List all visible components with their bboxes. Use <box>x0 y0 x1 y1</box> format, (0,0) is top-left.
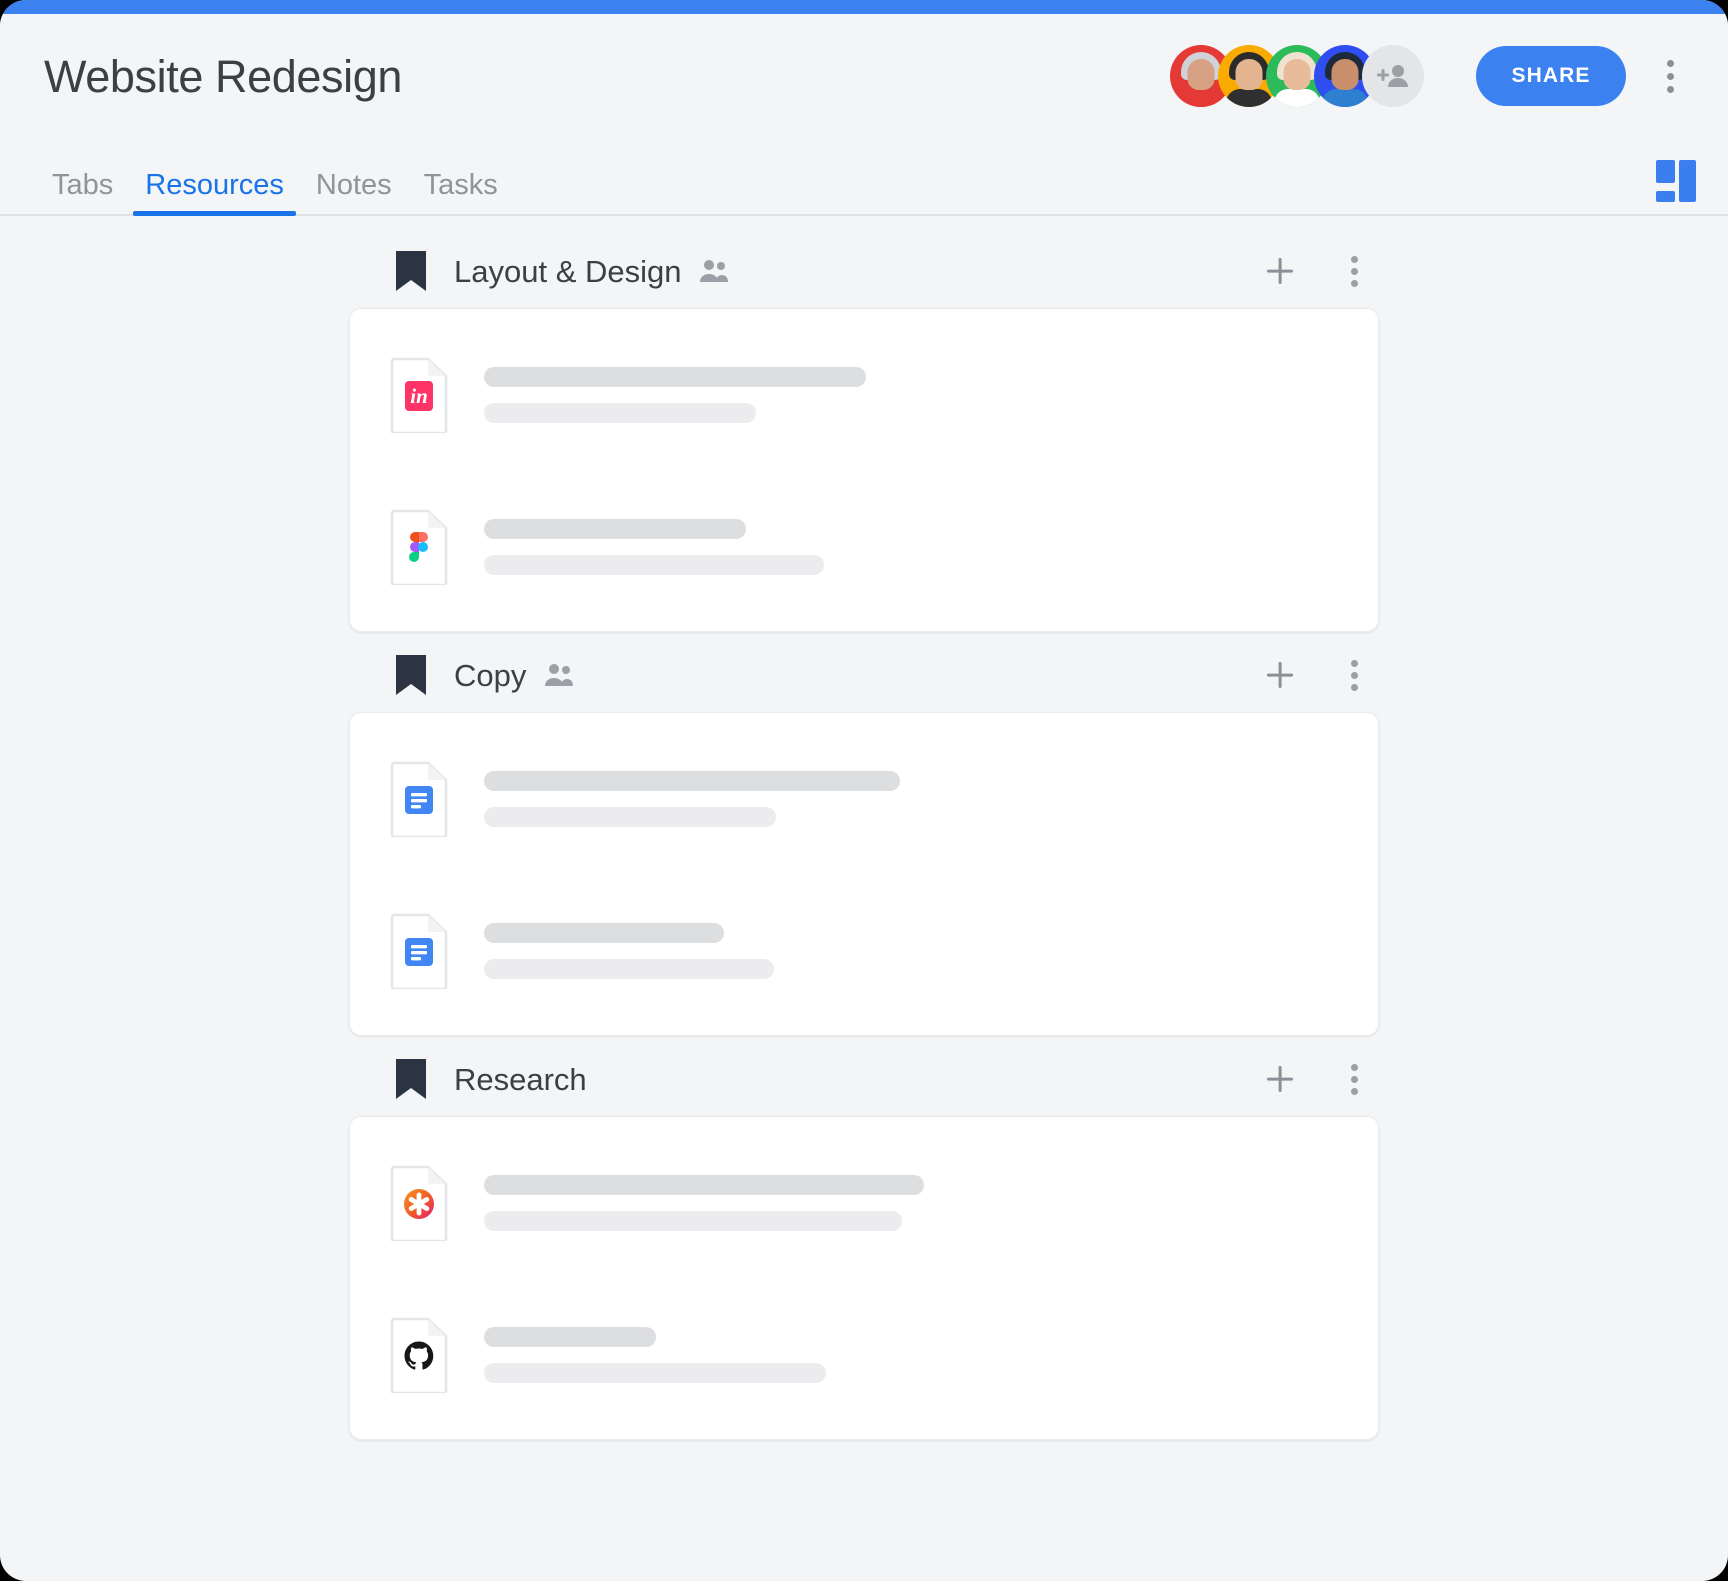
page-title: Website Redesign <box>44 50 402 102</box>
header-overflow-menu-icon[interactable] <box>1648 46 1692 106</box>
svg-text:in: in <box>410 384 428 408</box>
resource-subtitle-placeholder <box>484 1211 902 1231</box>
section-menu-icon[interactable] <box>1328 649 1380 701</box>
bookmark-icon <box>396 251 426 291</box>
resource-placeholder-lines <box>484 771 1338 827</box>
resource-card <box>349 1116 1379 1440</box>
resource-item[interactable] <box>350 743 1378 855</box>
resource-placeholder-lines <box>484 519 1338 575</box>
section-copy: Copy <box>0 638 1728 1036</box>
tab-bar: Tabs Resources Notes Tasks <box>0 138 1728 216</box>
plus-icon <box>1267 258 1293 284</box>
resource-title-placeholder <box>484 367 866 387</box>
github-file-icon <box>390 1317 448 1395</box>
plus-icon <box>1267 1066 1293 1092</box>
add-people-icon[interactable] <box>1362 45 1424 107</box>
grid-layout-icon[interactable] <box>1656 160 1698 202</box>
resource-item[interactable] <box>350 895 1378 1007</box>
resource-subtitle-placeholder <box>484 555 824 575</box>
resources-list: Layout & Design in Copy Research <box>0 216 1728 1581</box>
add-resource-button[interactable] <box>1254 1053 1306 1105</box>
share-button[interactable]: SHARE <box>1476 46 1626 106</box>
add-resource-button[interactable] <box>1254 649 1306 701</box>
tab-notes[interactable]: Notes <box>300 171 408 214</box>
resource-title-placeholder <box>484 1175 924 1195</box>
resource-item[interactable] <box>350 491 1378 603</box>
row-gap <box>350 451 1378 491</box>
invision-file-icon: in <box>390 357 448 435</box>
resource-title-placeholder <box>484 519 746 539</box>
section-research: Research <box>0 1042 1728 1440</box>
section-header: Copy <box>0 638 1728 712</box>
resource-card <box>349 712 1379 1036</box>
people-icon <box>544 663 574 687</box>
resource-placeholder-lines <box>484 367 1338 423</box>
top-accent-bar <box>0 0 1728 14</box>
section-layout-and-design: Layout & Design in <box>0 234 1728 632</box>
resource-title-placeholder <box>484 771 900 791</box>
tab-resources[interactable]: Resources <box>129 171 300 216</box>
optimal-workshop-file-icon <box>390 1165 448 1243</box>
collaborator-avatars <box>1170 45 1424 107</box>
section-menu-icon[interactable] <box>1328 1053 1380 1105</box>
resource-title-placeholder <box>484 1327 656 1347</box>
row-gap <box>350 855 1378 895</box>
tab-tabs[interactable]: Tabs <box>36 171 129 214</box>
section-header: Layout & Design <box>0 234 1728 308</box>
section-header: Research <box>0 1042 1728 1116</box>
figma-file-icon <box>390 509 448 587</box>
resource-placeholder-lines <box>484 1175 1338 1231</box>
resource-card: in <box>349 308 1379 632</box>
tab-list: Tabs Resources Notes Tasks <box>36 171 514 216</box>
add-resource-button[interactable] <box>1254 245 1306 297</box>
section-title: Research <box>454 1061 587 1097</box>
resource-title-placeholder <box>484 923 724 943</box>
section-menu-icon[interactable] <box>1328 245 1380 297</box>
app-header: Website Redesign SHARE <box>0 14 1728 138</box>
resource-subtitle-placeholder <box>484 403 756 423</box>
google-docs-file-icon <box>390 761 448 839</box>
section-title: Copy <box>454 657 527 693</box>
bookmark-icon <box>396 655 426 695</box>
resource-subtitle-placeholder <box>484 959 774 979</box>
resource-subtitle-placeholder <box>484 1363 826 1383</box>
google-docs-file-icon <box>390 913 448 991</box>
app-window: Website Redesign SHARE Tabs Resources No… <box>0 0 1728 1581</box>
section-title: Layout & Design <box>454 253 682 289</box>
tab-tasks[interactable]: Tasks <box>408 171 514 214</box>
row-gap <box>350 1259 1378 1299</box>
resource-placeholder-lines <box>484 1327 1338 1383</box>
plus-icon <box>1267 662 1293 688</box>
resource-placeholder-lines <box>484 923 1338 979</box>
bookmark-icon <box>396 1059 426 1099</box>
resource-item[interactable] <box>350 1147 1378 1259</box>
resource-item[interactable] <box>350 1299 1378 1411</box>
resource-item[interactable]: in <box>350 339 1378 451</box>
people-icon <box>699 259 729 283</box>
resource-subtitle-placeholder <box>484 807 776 827</box>
